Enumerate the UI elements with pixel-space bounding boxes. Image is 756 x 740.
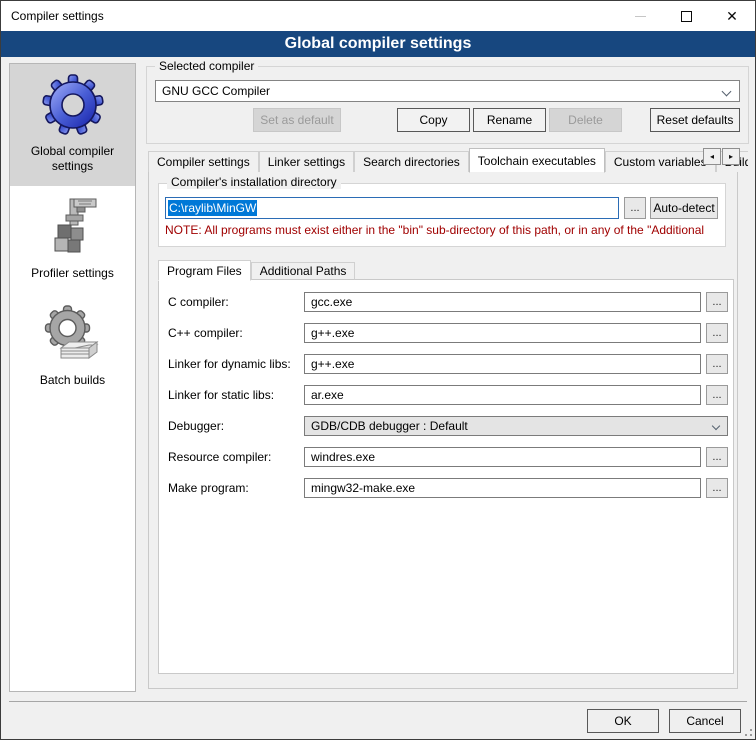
maximize-button[interactable] [663,1,709,31]
resource-compiler-input[interactable]: windres.exe [304,447,701,467]
installation-directory-group-label: Compiler's installation directory [167,175,341,189]
arrow-right-icon: ▸ [729,152,733,161]
program-files-tab-bar: Program Files Additional Paths [158,259,355,280]
copy-button[interactable]: Copy [397,108,470,132]
field-row-resource-compiler: Resource compiler: windres.exe ... [168,447,733,467]
field-row-linker-static: Linker for static libs: ar.exe ... [168,385,733,405]
field-label: Resource compiler: [168,450,304,464]
debugger-select-value: GDB/CDB debugger : Default [311,419,468,433]
field-label: Linker for dynamic libs: [168,357,304,371]
browse-resource-compiler-button[interactable]: ... [706,447,728,467]
maximize-icon [681,11,692,22]
sidebar-item-label: Profiler settings [31,266,114,281]
caliper-icon [41,195,105,259]
browse-c-compiler-button[interactable]: ... [706,292,728,312]
chevron-down-icon [712,422,720,430]
close-icon: ✕ [726,9,738,23]
sidebar-item-batch-builds[interactable]: Batch builds [10,293,135,400]
rename-button[interactable]: Rename [473,108,546,132]
compiler-select-value: GNU GCC Compiler [162,84,270,98]
tab-compiler-settings[interactable]: Compiler settings [148,151,259,172]
ok-button[interactable]: OK [587,709,659,733]
field-row-c-compiler: C compiler: gcc.exe ... [168,292,733,312]
tab-linker-settings[interactable]: Linker settings [259,151,354,172]
tab-scroll-right-button[interactable]: ▸ [722,148,740,165]
make-program-input[interactable]: mingw32-make.exe [304,478,701,498]
browse-linker-dynamic-button[interactable]: ... [706,354,728,374]
tab-additional-paths[interactable]: Additional Paths [251,262,356,280]
arrow-left-icon: ◂ [710,152,714,161]
cpp-compiler-input[interactable]: g++.exe [304,323,701,343]
sidebar-item-global-compiler-settings[interactable]: Global compiler settings [10,64,135,186]
program-files-panel: C compiler: gcc.exe ... C++ compiler: g+… [158,279,734,674]
title-bar: Compiler settings ✕ [1,1,755,31]
sidebar-item-profiler-settings[interactable]: Profiler settings [10,186,135,293]
settings-tab-bar: Compiler settings Linker settings Search… [148,147,749,172]
gear-stack-icon [41,302,105,366]
field-row-cpp-compiler: C++ compiler: g++.exe ... [168,323,733,343]
tab-scroll-arrows: ◂ ▸ [702,148,740,165]
minimize-icon [635,16,646,17]
field-label: Linker for static libs: [168,388,304,402]
window-controls: ✕ [617,1,755,31]
tab-scroll-left-button[interactable]: ◂ [703,148,721,165]
page-title: Global compiler settings [1,31,755,57]
settings-sidebar: Global compiler settings [9,63,136,692]
selected-compiler-group-label: Selected compiler [155,59,258,73]
auto-detect-button[interactable]: Auto-detect [650,197,718,219]
field-row-debugger: Debugger: GDB/CDB debugger : Default [168,416,733,436]
linker-static-input[interactable]: ar.exe [304,385,701,405]
tab-custom-variables[interactable]: Custom variables [605,151,716,172]
field-label: C++ compiler: [168,326,304,340]
minimize-button[interactable] [617,1,663,31]
browse-cpp-compiler-button[interactable]: ... [706,323,728,343]
dialog-content: Global compiler settings [1,57,755,739]
tab-search-directories[interactable]: Search directories [354,151,469,172]
close-button[interactable]: ✕ [709,1,755,31]
c-compiler-input[interactable]: gcc.exe [304,292,701,312]
cancel-button[interactable]: Cancel [669,709,741,733]
tab-program-files[interactable]: Program Files [158,260,251,281]
sidebar-item-label: Global compiler settings [13,144,132,174]
reset-defaults-button[interactable]: Reset defaults [650,108,740,132]
compiler-buttons-row: Set as default Copy Rename Delete Reset … [155,108,740,132]
installation-directory-group: Compiler's installation directory C:\ray… [158,183,726,247]
installation-directory-value: C:\raylib\MinGW [168,200,257,216]
field-row-make-program: Make program: mingw32-make.exe ... [168,478,733,498]
main-panel: Selected compiler GNU GCC Compiler Set a… [146,57,749,701]
resize-grip[interactable] [750,734,752,736]
compiler-settings-dialog: Compiler settings ✕ Global compiler sett… [0,0,756,740]
tab-toolchain-executables[interactable]: Toolchain executables [469,148,605,173]
debugger-select[interactable]: GDB/CDB debugger : Default [304,416,728,436]
installation-directory-row: C:\raylib\MinGW ... Auto-detect [165,197,719,219]
browse-linker-static-button[interactable]: ... [706,385,728,405]
field-label: Debugger: [168,419,304,433]
footer-divider [9,701,747,702]
toolchain-executables-panel: Compiler's installation directory C:\ray… [148,171,738,689]
browse-directory-button[interactable]: ... [624,197,646,219]
set-as-default-button[interactable]: Set as default [253,108,341,132]
linker-dynamic-input[interactable]: g++.exe [304,354,701,374]
delete-button[interactable]: Delete [549,108,622,132]
installation-directory-input[interactable]: C:\raylib\MinGW [165,197,619,219]
sidebar-item-label: Batch builds [40,373,105,388]
note-text: NOTE: All programs must exist either in … [165,223,721,237]
field-row-linker-dynamic: Linker for dynamic libs: g++.exe ... [168,354,733,374]
field-label: Make program: [168,481,304,495]
browse-make-program-button[interactable]: ... [706,478,728,498]
blue-gear-icon [41,73,105,137]
chevron-down-icon [722,87,732,97]
compiler-select[interactable]: GNU GCC Compiler [155,80,740,102]
selected-compiler-group: Selected compiler GNU GCC Compiler Set a… [146,66,749,144]
window-title: Compiler settings [1,9,104,23]
field-label: C compiler: [168,295,304,309]
